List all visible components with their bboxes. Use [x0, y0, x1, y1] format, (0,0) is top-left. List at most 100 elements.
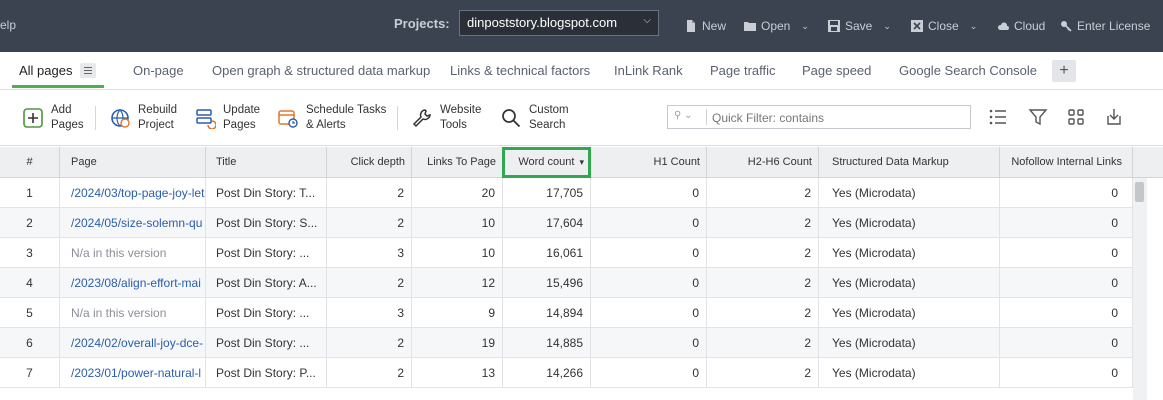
- table-row[interactable]: 2/2024/05/size-solemn-qu Post Din Story: …: [0, 208, 1133, 238]
- col-header-nofollow-links[interactable]: Nofollow Internal Links: [1000, 147, 1133, 178]
- cell-sdm: Yes (Microdata): [819, 178, 1000, 208]
- tab-inlink-rank[interactable]: InLink Rank: [614, 63, 683, 78]
- chevron-down-icon[interactable]: ⌄: [970, 21, 978, 32]
- export-icon[interactable]: [1104, 107, 1124, 127]
- grid-view-icon[interactable]: [1066, 107, 1086, 127]
- save-button[interactable]: Save ⌄: [828, 18, 891, 34]
- search-icon: [502, 109, 521, 128]
- key-icon: [1061, 21, 1072, 32]
- schedule-tasks-button[interactable]: Schedule Tasks & Alerts: [277, 103, 386, 133]
- globe-refresh-icon: [111, 109, 130, 128]
- col-header-h2-h6-count[interactable]: H2-H6 Count: [707, 147, 819, 178]
- cell-num: 4: [0, 268, 60, 298]
- vertical-scrollbar[interactable]: [1133, 178, 1147, 400]
- table-header-filler: [1133, 147, 1163, 178]
- col-header-click-depth[interactable]: Click depth: [327, 147, 412, 178]
- enter-license-button[interactable]: Enter License: [1060, 18, 1150, 34]
- quick-filter-input[interactable]: Quick Filter: contains: [712, 111, 824, 125]
- cell-page[interactable]: /2023/08/align-effort-mai: [60, 268, 206, 298]
- table-row[interactable]: 4/2023/08/align-effort-mai Post Din Story…: [0, 268, 1133, 298]
- tab-on-page[interactable]: On-page: [133, 63, 184, 78]
- sorted-column-highlight: [502, 147, 591, 178]
- search-icon[interactable]: ⚲ ⌄: [674, 110, 704, 124]
- add-tab-button[interactable]: +: [1052, 60, 1076, 82]
- col-header-h1-count[interactable]: H1 Count: [591, 147, 707, 178]
- cell-h1: 0: [591, 328, 707, 358]
- tab-links-technical[interactable]: Links & technical factors: [450, 63, 590, 78]
- tab-google-search-console[interactable]: Google Search Console: [899, 63, 1037, 78]
- cell-page[interactable]: /2023/01/power-natural-l: [60, 358, 206, 388]
- table-row[interactable]: 6/2024/02/overall-joy-dce- Post Din Story…: [0, 328, 1133, 358]
- cell-page[interactable]: /2024/05/size-solemn-qu: [60, 208, 206, 238]
- new-button[interactable]: New: [685, 18, 726, 34]
- cell-h2: 2: [707, 298, 819, 328]
- tab-menu-icon[interactable]: [80, 63, 96, 78]
- cell-h2: 2: [707, 208, 819, 238]
- tab-bar: All pages On-page Open graph & structure…: [0, 52, 1163, 90]
- cell-click-depth: 3: [327, 238, 412, 268]
- add-pages-button[interactable]: Add Pages: [22, 103, 84, 133]
- scrollbar-thumb[interactable]: [1135, 182, 1144, 202]
- chevron-down-icon[interactable]: ⌄: [801, 21, 809, 32]
- custom-search-label-2: Search: [529, 119, 566, 131]
- project-select[interactable]: dinpoststory.blogspot.com ⌵: [459, 10, 659, 36]
- cell-nofollow: 0: [1000, 298, 1133, 328]
- cell-title: Post Din Story: ...: [206, 238, 327, 268]
- tab-page-traffic[interactable]: Page traffic: [710, 63, 776, 78]
- cell-num: 7: [0, 358, 60, 388]
- cell-page[interactable]: /2024/03/top-page-joy-let: [60, 178, 206, 208]
- tab-page-speed[interactable]: Page speed: [802, 63, 871, 78]
- save-icon: [828, 20, 840, 32]
- cell-page[interactable]: /2024/02/overall-joy-dce-: [60, 328, 206, 358]
- cell-sdm: Yes (Microdata): [819, 208, 1000, 238]
- col-header-num[interactable]: #: [0, 147, 60, 178]
- tab-all-pages[interactable]: All pages: [19, 63, 72, 78]
- cell-page: N/a in this version: [60, 238, 206, 268]
- website-tools-button[interactable]: Website Tools: [411, 103, 481, 133]
- quick-filter[interactable]: ⚲ ⌄ Quick Filter: contains: [667, 105, 971, 129]
- cell-click-depth: 2: [327, 268, 412, 298]
- website-tools-label-1: Website: [440, 104, 482, 116]
- table-row[interactable]: 3 N/a in this version Post Din Story: ... 3…: [0, 238, 1133, 268]
- tab-open-graph[interactable]: Open graph & structured data markup: [212, 63, 430, 78]
- projects-label: Projects:: [394, 16, 450, 31]
- cell-words: 17,705: [503, 178, 591, 208]
- right-edge: [1147, 178, 1163, 400]
- pages-table: # Page Title Click depth Links To Page W…: [0, 147, 1133, 400]
- help-menu[interactable]: elp: [0, 18, 16, 32]
- cell-sdm: Yes (Microdata): [819, 358, 1000, 388]
- filter-icon[interactable]: [1028, 107, 1048, 127]
- cell-links: 20: [412, 178, 503, 208]
- folder-icon: [744, 22, 756, 31]
- cell-h2: 2: [707, 178, 819, 208]
- col-header-structured-data[interactable]: Structured Data Markup: [819, 147, 1000, 178]
- toolbar-divider: [95, 106, 96, 130]
- cell-links: 9: [412, 298, 503, 328]
- rebuild-label-2: Project: [138, 119, 174, 131]
- col-header-page[interactable]: Page: [60, 147, 206, 178]
- top-bar: elp Projects: dinpoststory.blogspot.com …: [0, 0, 1163, 52]
- update-pages-button[interactable]: Update Pages: [194, 103, 260, 133]
- add-pages-icon: [23, 108, 43, 128]
- cell-h2: 2: [707, 358, 819, 388]
- col-header-title[interactable]: Title: [206, 147, 327, 178]
- new-button-label: New: [702, 19, 727, 33]
- table-row[interactable]: 1/2024/03/top-page-joy-let Post Din Story…: [0, 178, 1133, 208]
- cell-h1: 0: [591, 178, 707, 208]
- table-row[interactable]: 5 N/a in this version Post Din Story: ... 3…: [0, 298, 1133, 328]
- rebuild-label-1: Rebuild: [138, 104, 177, 116]
- list-view-icon[interactable]: [988, 107, 1008, 127]
- website-tools-label-2: Tools: [440, 119, 467, 131]
- project-select-value: dinpoststory.blogspot.com: [467, 15, 618, 30]
- table-row[interactable]: 7/2023/01/power-natural-l Post Din Story:…: [0, 358, 1133, 388]
- rebuild-project-button[interactable]: Rebuild Project: [109, 103, 177, 133]
- custom-search-button[interactable]: Custom Search: [500, 103, 569, 133]
- cloud-button[interactable]: Cloud: [997, 18, 1045, 34]
- close-button[interactable]: Close ⌄: [911, 18, 977, 34]
- col-header-links-to-page[interactable]: Links To Page: [412, 147, 503, 178]
- open-button[interactable]: Open ⌄: [744, 18, 809, 34]
- cell-nofollow: 0: [1000, 238, 1133, 268]
- chevron-down-icon[interactable]: ⌄: [883, 21, 891, 32]
- cell-nofollow: 0: [1000, 268, 1133, 298]
- toolbar-divider: [397, 106, 398, 130]
